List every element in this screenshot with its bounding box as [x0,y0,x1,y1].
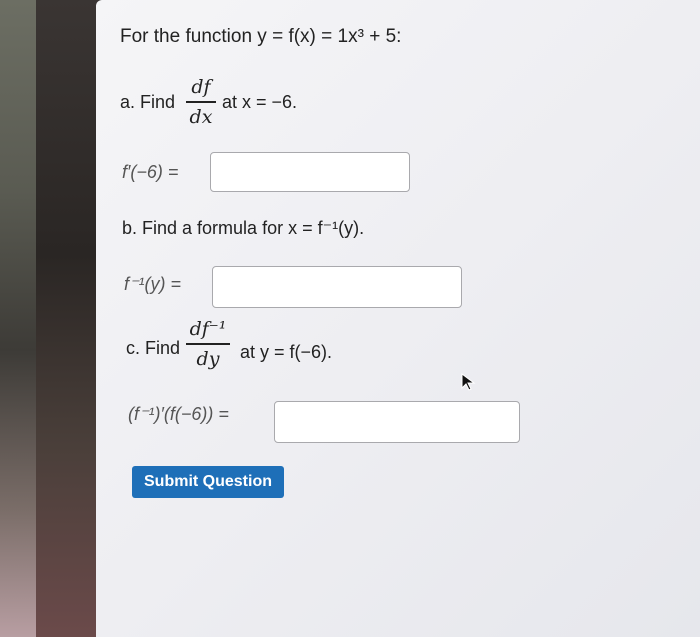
part-a-answer-input[interactable] [210,152,410,192]
problem-intro: For the function y = f(x) = 1x³ + 5: [120,26,402,47]
part-c-answer-input[interactable] [274,401,520,443]
fraction-bar [186,101,216,103]
fraction-denominator: dy [196,347,220,370]
part-b-prompt: b. Find a formula for x = f⁻¹(y). [122,218,365,238]
part-a-suffix: at x = −6. [222,92,298,112]
part-c-suffix: at y = f(−6). [240,342,333,362]
part-c-prefix: c. Find [126,338,181,358]
part-b-answer-input[interactable] [212,266,462,308]
part-c-fraction: df⁻¹ dy [186,318,230,370]
part-b-answer-label: f⁻¹(y) = [124,274,181,294]
part-a-prefix: a. Find [120,92,176,112]
part-c-answer-label: (f⁻¹)′(f(−6)) = [128,404,229,424]
arrow-cursor-icon [461,373,476,391]
part-a-answer-label: f′(−6) = [122,162,179,182]
fraction-numerator: df⁻¹ [189,318,227,340]
fraction-bar [186,343,230,345]
fraction-numerator: df [191,76,211,98]
photo-background [0,0,36,637]
fraction-denominator: dx [189,105,213,128]
submit-question-button[interactable]: Submit Question [132,466,284,498]
part-a-fraction: df dx [186,76,216,128]
